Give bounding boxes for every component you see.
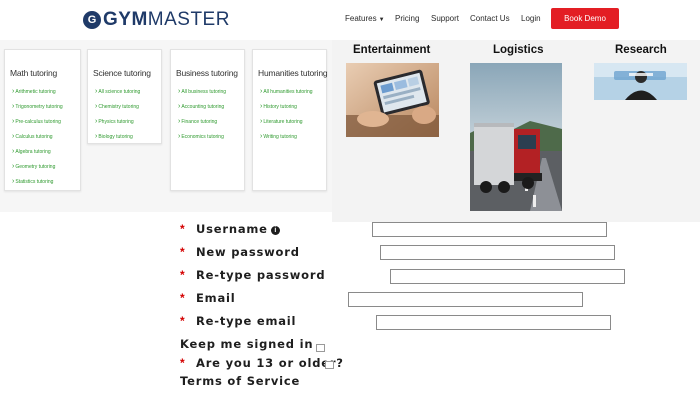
humanities-tutoring-links: All humanities tutoring History tutoring…	[260, 87, 313, 147]
research-person-picture	[594, 63, 687, 100]
chevron-down-icon: ▼	[378, 17, 385, 23]
age-check-label: Are you 13 or older?	[196, 356, 344, 370]
tutoring-link[interactable]: All business tutoring	[178, 87, 226, 102]
tutoring-panel: Math tutoring Arithmetic tutoring Trigon…	[0, 40, 340, 212]
logistics-heading: Logistics	[493, 44, 544, 56]
username-label-text: Username	[196, 222, 268, 236]
new-password-label: New password	[196, 245, 300, 259]
new-password-field[interactable]	[380, 245, 615, 260]
nav-contact-us[interactable]: Contact Us	[470, 14, 510, 23]
top-navbar: G GYMMASTER Features ▼ Pricing Support Co…	[0, 0, 700, 41]
science-tutoring-card: Science tutoring All science tutoring Ch…	[87, 49, 162, 144]
nav-features[interactable]: Features ▼	[345, 14, 385, 23]
industries-panel: Entertainment Logistics Research	[332, 40, 700, 222]
gymmaster-logo[interactable]: G GYMMASTER	[83, 9, 230, 31]
tutoring-link[interactable]: Pre-calculus tutoring	[12, 117, 63, 132]
required-asterisk: *	[180, 222, 185, 236]
tutoring-link[interactable]: Chemistry tutoring	[95, 102, 140, 117]
tutoring-link[interactable]: Biology tutoring	[95, 132, 140, 147]
tutoring-link[interactable]: Writing tutoring	[260, 132, 313, 147]
tutoring-link[interactable]: All science tutoring	[95, 87, 140, 102]
email-label: Email	[196, 291, 236, 305]
math-tutoring-links: Arithmetic tutoring Trigonometry tutorin…	[12, 87, 63, 192]
username-field[interactable]	[372, 222, 607, 237]
retype-password-label: Re-type password	[196, 268, 326, 282]
nav-pricing[interactable]: Pricing	[395, 14, 419, 23]
required-asterisk: *	[180, 268, 185, 282]
humanities-tutoring-card: Humanities tutoring All humanities tutor…	[252, 49, 328, 191]
humanities-tutoring-title: Humanities tutoring	[258, 68, 328, 78]
keep-signed-in-checkbox[interactable]	[316, 344, 325, 352]
age-check-checkbox[interactable]	[325, 361, 334, 369]
logo-wordmark-thin: MASTER	[147, 9, 230, 30]
retype-email-label: Re-type email	[196, 314, 297, 328]
tutoring-link[interactable]: Calculus tutoring	[12, 132, 63, 147]
keep-signed-in-label: Keep me signed in	[180, 337, 314, 351]
science-tutoring-title: Science tutoring	[93, 68, 151, 78]
business-tutoring-title: Business tutoring	[176, 68, 238, 78]
tutoring-link[interactable]: Trigonometry tutoring	[12, 102, 62, 117]
tutoring-link[interactable]: Physics tutoring	[95, 117, 140, 132]
tutoring-link[interactable]: Arithmetic tutoring	[12, 87, 63, 102]
book-demo-button[interactable]: Book Demo	[551, 8, 619, 29]
required-asterisk: *	[180, 356, 185, 370]
required-asterisk: *	[180, 314, 185, 328]
tutoring-link[interactable]: Literature tutoring	[260, 117, 313, 132]
retype-email-field[interactable]	[376, 315, 611, 330]
logo-wordmark: GYMMASTER	[103, 9, 230, 31]
business-tutoring-card: Business tutoring All business tutoring …	[170, 49, 245, 191]
research-image[interactable]	[594, 63, 687, 100]
tutoring-link[interactable]: Finance tutoring	[178, 117, 226, 132]
required-asterisk: *	[180, 245, 185, 259]
tutoring-link[interactable]: Economics tutoring	[178, 132, 226, 147]
tutoring-link[interactable]: All humanities tutoring	[260, 87, 312, 102]
logistics-image[interactable]	[470, 63, 562, 211]
truck-picture	[470, 63, 562, 211]
info-icon[interactable]: i	[270, 226, 280, 235]
math-tutoring-title: Math tutoring	[10, 68, 58, 78]
tutoring-link[interactable]: Accounting tutoring	[178, 102, 226, 117]
email-field[interactable]	[348, 292, 583, 307]
nav-login[interactable]: Login	[521, 14, 541, 23]
nav-support[interactable]: Support	[431, 14, 459, 23]
required-asterisk: *	[180, 291, 185, 305]
science-tutoring-links: All science tutoring Chemistry tutoring …	[95, 87, 140, 147]
tablet-hands-picture	[346, 63, 439, 137]
tutoring-link[interactable]: Statistics tutoring	[12, 177, 63, 192]
retype-password-field[interactable]	[390, 269, 625, 284]
business-tutoring-links: All business tutoring Accounting tutorin…	[178, 87, 226, 147]
logo-mark-icon: G	[83, 11, 101, 29]
tutoring-link[interactable]: Algebra tutoring	[12, 147, 63, 162]
tutoring-link[interactable]: Geometry tutoring	[12, 162, 63, 177]
nav-features-label: Features	[345, 14, 377, 23]
tutoring-link[interactable]: History tutoring	[260, 102, 313, 117]
terms-of-service-heading: Terms of Service	[180, 374, 301, 388]
username-label: Username i	[196, 222, 280, 236]
logo-wordmark-bold: GYM	[103, 9, 148, 30]
math-tutoring-card: Math tutoring Arithmetic tutoring Trigon…	[4, 49, 81, 191]
entertainment-heading: Entertainment	[353, 44, 431, 56]
research-heading: Research	[615, 44, 667, 56]
entertainment-image[interactable]	[346, 63, 439, 137]
